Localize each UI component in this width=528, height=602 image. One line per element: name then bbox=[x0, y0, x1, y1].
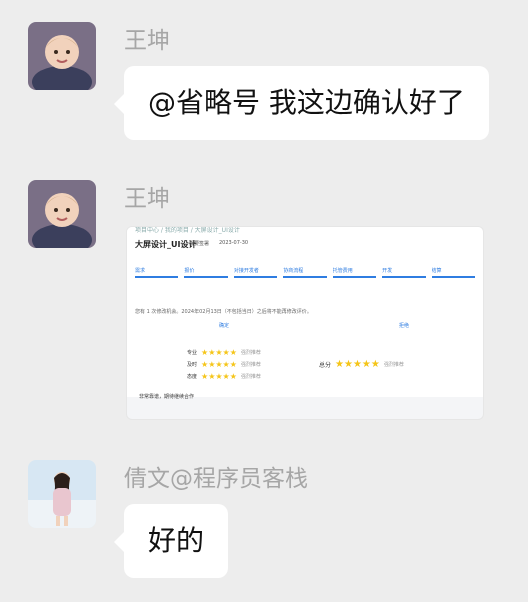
breadcrumb: 项目中心 / 我的项目 / 大屏设计_UI设计 bbox=[135, 227, 240, 234]
star-icon: ★★★★★ bbox=[335, 359, 380, 370]
rating-hint: 强烈推荐 bbox=[240, 374, 261, 380]
note-text: 您有 1 次修改机会。2024年02月13日（不包括当日）之后将不能再修改评价。 bbox=[135, 309, 312, 315]
total-hint: 强烈推荐 bbox=[383, 362, 404, 368]
card-subtitle: 需要签署 bbox=[189, 241, 210, 247]
star-icon: ★★★★★ bbox=[201, 372, 237, 381]
girl-avatar-image bbox=[28, 460, 96, 528]
step-item: 报价 bbox=[184, 267, 228, 278]
card-date: 2023-07-30 bbox=[219, 240, 249, 246]
card-title: 大屏设计_UI设计 bbox=[135, 240, 197, 249]
screenshot-card[interactable]: 项目中心 / 我的项目 / 大屏设计_UI设计 大屏设计_UI设计 需要签署 2… bbox=[126, 226, 484, 420]
star-icon: ★★★★★ bbox=[201, 360, 237, 369]
baby-avatar-image bbox=[28, 22, 96, 90]
message-bubble[interactable]: 好的 bbox=[113, 504, 229, 578]
step-item: 开发 bbox=[382, 267, 426, 278]
sender-name: 倩文@程序员客栈 bbox=[124, 466, 308, 492]
progress-steps: 需求 报价 对接开发者 协商流程 托管费用 开发 结算 bbox=[135, 267, 475, 278]
rating-row: 及时 ★★★★★ 强烈推荐 bbox=[187, 360, 261, 369]
step-item: 对接开发者 bbox=[233, 267, 278, 278]
message-bubble[interactable]: @省略号 我这边确认好了 bbox=[114, 66, 489, 140]
avatar[interactable] bbox=[28, 460, 96, 528]
total-score: 总分 ★★★★★ 强烈推荐 bbox=[319, 359, 404, 370]
avatar[interactable] bbox=[28, 22, 96, 90]
confirm-label: 确定 bbox=[219, 323, 230, 329]
avatar[interactable] bbox=[28, 180, 96, 248]
step-item: 需求 bbox=[135, 267, 179, 278]
review-comment: 非常靠谱，期待继续合作 bbox=[139, 394, 195, 400]
sender-name: 王坤 bbox=[124, 186, 170, 212]
rating-row: 态度 ★★★★★ 强烈推荐 bbox=[187, 372, 261, 381]
step-item: 协商流程 bbox=[283, 267, 327, 278]
rating-label: 态度 bbox=[187, 374, 198, 380]
rating-label: 及时 bbox=[187, 362, 198, 368]
step-item: 托管费用 bbox=[332, 267, 377, 278]
rating-hint: 强烈推荐 bbox=[240, 362, 261, 368]
total-label: 总分 bbox=[319, 362, 332, 369]
reject-label: 拒绝 bbox=[399, 323, 410, 329]
step-item: 结算 bbox=[431, 267, 475, 278]
star-icon: ★★★★★ bbox=[201, 348, 237, 357]
baby-avatar-image bbox=[28, 180, 96, 248]
rating-hint: 强烈推荐 bbox=[240, 350, 261, 356]
sender-name: 王坤 bbox=[124, 28, 170, 54]
rating-label: 专业 bbox=[187, 350, 198, 356]
rating-row: 专业 ★★★★★ 强烈推荐 bbox=[187, 348, 261, 357]
